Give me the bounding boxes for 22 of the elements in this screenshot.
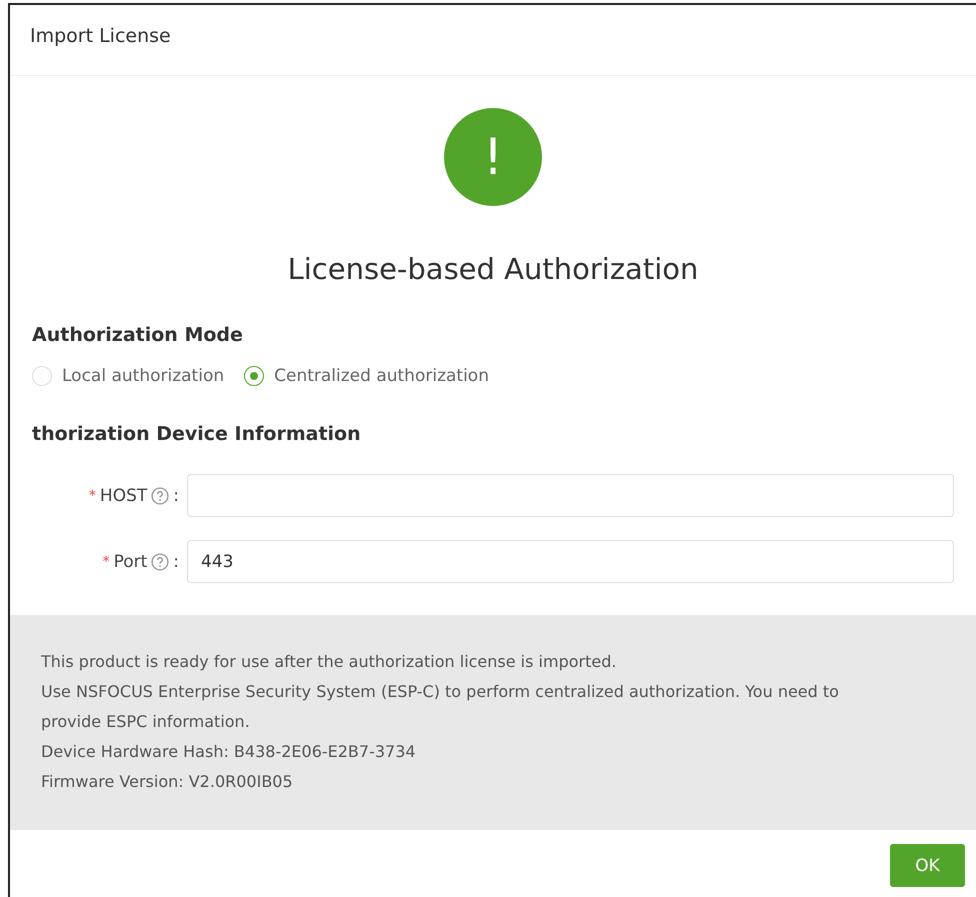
field-label: Port <box>114 552 148 572</box>
label-colon: : <box>173 486 179 506</box>
warning-icon: ! <box>444 108 542 206</box>
ok-button[interactable]: OK <box>890 844 965 887</box>
info-text: This product is ready for use after the authorization license is imported. <box>41 651 618 673</box>
input-field[interactable]: 443 <box>187 540 954 583</box>
required-mark: * <box>102 554 110 570</box>
section-heading: thorization Device Information <box>32 423 362 445</box>
radio-option[interactable]: Local authorization <box>32 366 224 386</box>
dialog-title: Import License <box>10 5 976 76</box>
help-icon[interactable] <box>151 486 170 504</box>
field-label: HOST <box>100 486 148 506</box>
info-text: Device Hardware Hash: B438-2E06-E2B7-3734 <box>41 741 417 763</box>
info-text: Firmware Version: V2.0R00IB05 <box>41 771 294 793</box>
input-field[interactable] <box>187 474 954 517</box>
label-colon: : <box>173 552 179 572</box>
radio-option[interactable]: Centralized authorization <box>244 366 489 386</box>
info-text: Use NSFOCUS Enterprise Security System (ESP-C) to perform centralized authorization. You need to provide ESPC information. <box>41 681 840 733</box>
help-icon[interactable] <box>151 552 170 570</box>
status-heading: License-based Authorization <box>288 252 698 286</box>
required-mark: * <box>88 488 96 504</box>
section-heading: Authorization Mode <box>32 324 244 346</box>
